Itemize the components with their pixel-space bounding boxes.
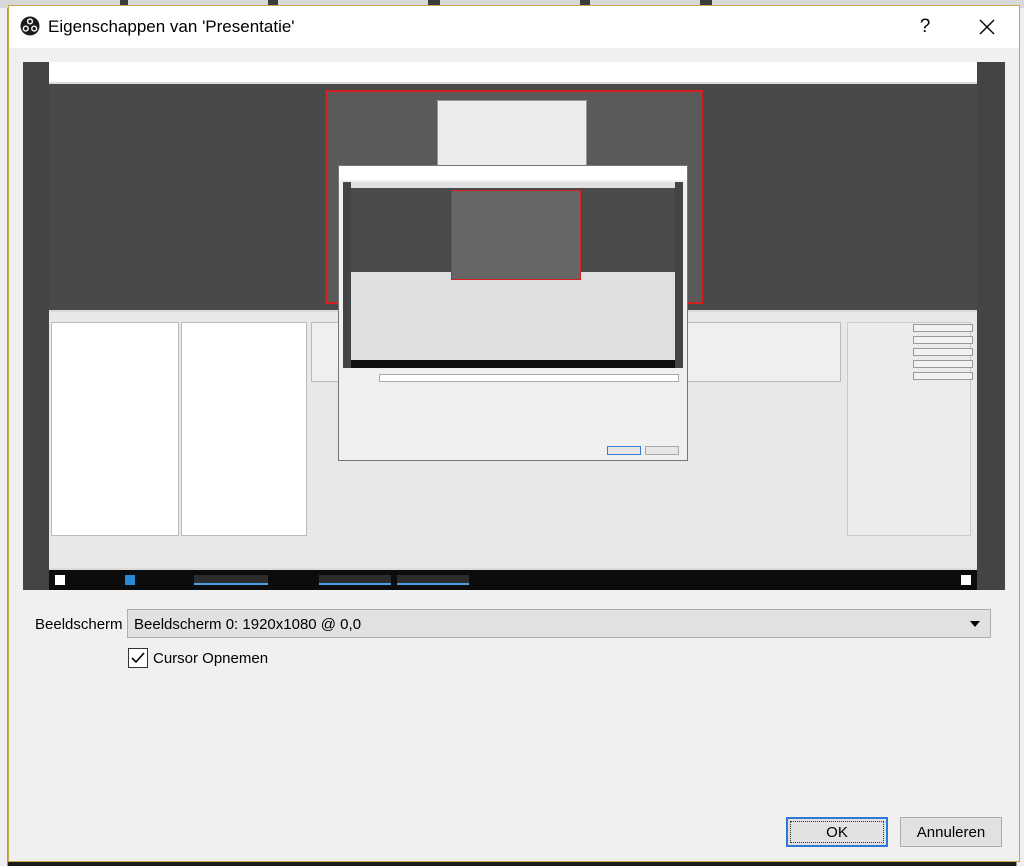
question-mark-icon: ? bbox=[919, 16, 931, 37]
display-select[interactable]: Beeldscherm 0: 1920x1080 @ 0,0 bbox=[127, 609, 991, 638]
help-button[interactable]: ? bbox=[905, 12, 945, 42]
capture-cursor-label[interactable]: Cursor Opnemen bbox=[153, 650, 268, 667]
close-button[interactable] bbox=[965, 12, 1009, 42]
close-icon bbox=[979, 19, 995, 35]
chevron-down-icon bbox=[970, 621, 980, 627]
checkmark-icon bbox=[131, 652, 145, 664]
background-window-edge bbox=[0, 8, 8, 866]
captured-screen-image bbox=[49, 62, 977, 590]
dialog-title: Eigenschappen van 'Presentatie' bbox=[48, 17, 295, 36]
obs-logo-icon bbox=[20, 16, 40, 36]
source-preview bbox=[23, 62, 1005, 590]
title-bar: Eigenschappen van 'Presentatie' ? bbox=[9, 6, 1019, 48]
cancel-button-label: Annuleren bbox=[916, 823, 986, 841]
ok-button[interactable]: OK bbox=[786, 817, 888, 847]
ok-button-label: OK bbox=[826, 823, 848, 841]
capture-cursor-checkbox[interactable] bbox=[128, 648, 148, 668]
properties-dialog: Eigenschappen van 'Presentatie' ? Beelds… bbox=[8, 5, 1020, 862]
display-select-value: Beeldscherm 0: 1920x1080 @ 0,0 bbox=[134, 616, 362, 633]
cancel-button[interactable]: Annuleren bbox=[900, 817, 1002, 847]
display-label: Beeldscherm bbox=[35, 616, 123, 633]
